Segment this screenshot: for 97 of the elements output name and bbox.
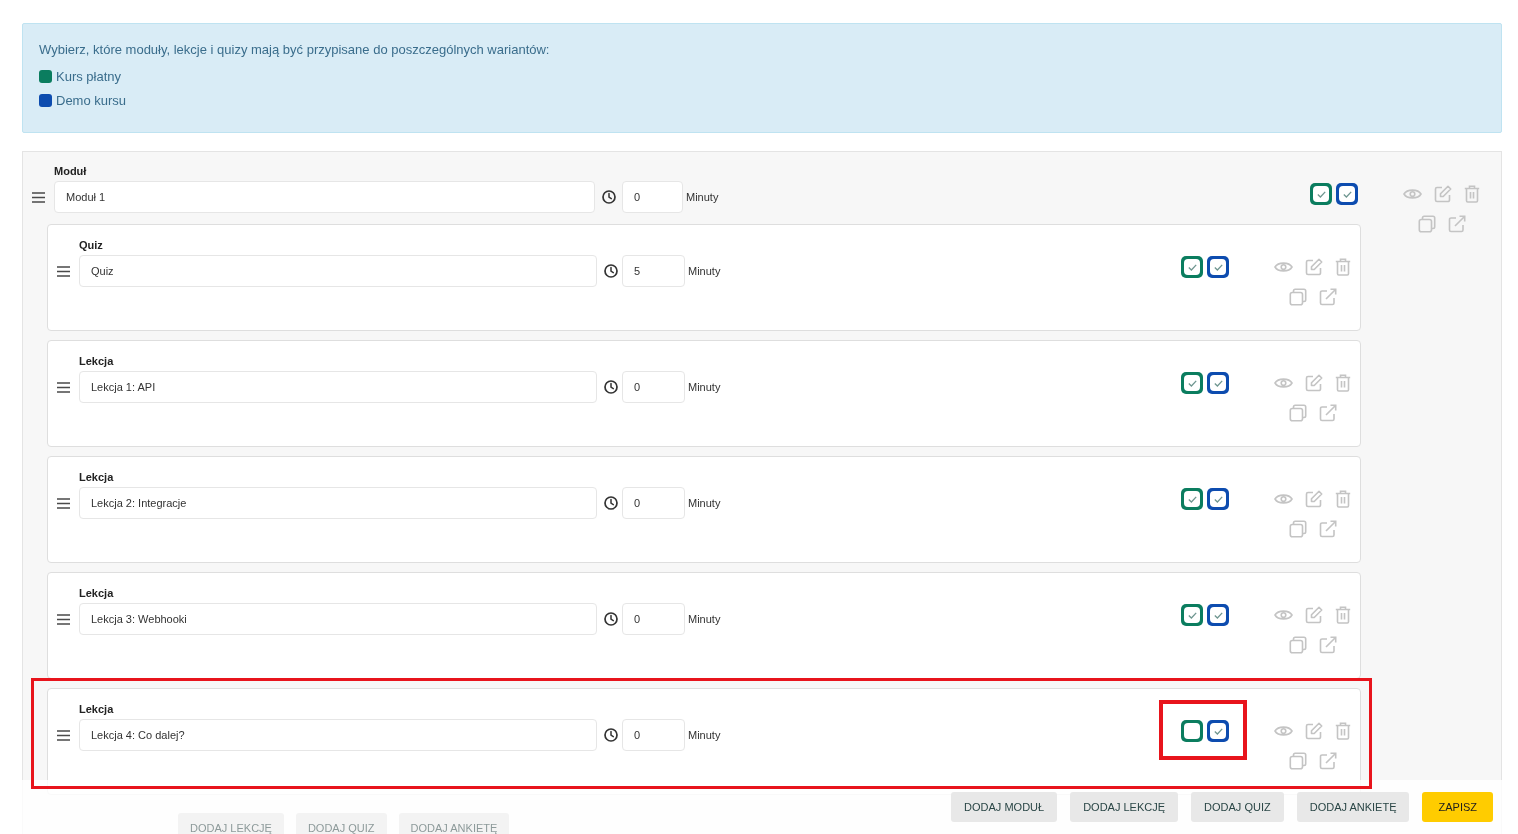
edit-icon[interactable] xyxy=(1305,722,1323,740)
edit-icon[interactable] xyxy=(1434,185,1452,203)
minutes-field[interactable]: 0 xyxy=(622,603,685,635)
trash-icon[interactable] xyxy=(1335,722,1351,740)
checkmark-icon xyxy=(1213,263,1223,271)
minutes-field[interactable]: 0 xyxy=(622,181,683,213)
field-label: Lekcja xyxy=(79,586,114,600)
drag-handle-icon[interactable] xyxy=(57,265,70,277)
copy-icon[interactable] xyxy=(1288,636,1307,654)
info-text: Wybierz, które moduły, lekcje i quizy mają być przypisane do poszczególnych wariantów: xyxy=(39,41,550,59)
title-field[interactable]: Lekcja 2: Integracje xyxy=(79,487,597,519)
checkbox[interactable] xyxy=(1181,720,1203,742)
unit-label: Minuty xyxy=(688,381,721,393)
footer-button[interactable]: ZAPISZ xyxy=(1422,792,1493,822)
checkmark-icon xyxy=(1187,263,1197,271)
title-field[interactable]: Quiz xyxy=(79,255,597,287)
eye-icon[interactable] xyxy=(1274,609,1293,621)
field-label: Quiz xyxy=(79,238,103,252)
checkbox[interactable] xyxy=(1207,256,1229,278)
copy-icon[interactable] xyxy=(1288,404,1307,422)
clock-icon xyxy=(604,612,618,626)
clock-icon xyxy=(604,380,618,394)
drag-handle-icon[interactable] xyxy=(57,381,70,393)
checkbox[interactable] xyxy=(1310,183,1332,205)
edit-icon[interactable] xyxy=(1305,490,1323,508)
footer-button[interactable]: DODAJ ANKIETĘ xyxy=(1296,792,1410,822)
clock-icon xyxy=(604,728,618,742)
title-field[interactable]: Lekcja 3: Webhooki xyxy=(79,603,597,635)
external-link-icon[interactable] xyxy=(1447,215,1466,233)
checkmark-icon xyxy=(1316,190,1326,198)
eye-icon[interactable] xyxy=(1274,261,1293,273)
minutes-field[interactable]: 5 xyxy=(622,255,685,287)
checkmark-icon xyxy=(1213,611,1223,619)
title-field[interactable]: Lekcja 1: API xyxy=(79,371,597,403)
field-label: Lekcja xyxy=(79,470,114,484)
trash-icon[interactable] xyxy=(1464,185,1480,203)
checkmark-icon xyxy=(1187,495,1197,503)
clock-icon xyxy=(602,190,616,204)
checkmark-icon xyxy=(1187,379,1197,387)
edit-icon[interactable] xyxy=(1305,606,1323,624)
trash-icon[interactable] xyxy=(1335,374,1351,392)
eye-icon[interactable] xyxy=(1274,377,1293,389)
checkbox[interactable] xyxy=(1207,720,1229,742)
footer-button[interactable]: DODAJ MODUŁ xyxy=(951,792,1058,822)
unit-label: Minuty xyxy=(688,613,721,625)
external-link-icon[interactable] xyxy=(1318,520,1337,538)
unit-label: Minuty xyxy=(688,497,721,509)
copy-icon[interactable] xyxy=(1288,288,1307,306)
checkmark-icon xyxy=(1213,727,1223,735)
checkbox[interactable] xyxy=(1181,372,1203,394)
minutes-field[interactable]: 0 xyxy=(622,719,685,751)
copy-icon[interactable] xyxy=(1417,215,1436,233)
copy-icon[interactable] xyxy=(1288,520,1307,538)
field-label: Moduł xyxy=(54,164,87,178)
drag-handle-icon[interactable] xyxy=(57,613,70,625)
clock-icon xyxy=(604,496,618,510)
trash-icon[interactable] xyxy=(1335,490,1351,508)
trash-icon[interactable] xyxy=(1335,606,1351,624)
footer-button[interactable]: DODAJ LEKCJĘ xyxy=(1070,792,1179,822)
drag-handle-icon[interactable] xyxy=(57,497,70,509)
minutes-field[interactable]: 0 xyxy=(622,371,685,403)
checkbox[interactable] xyxy=(1207,372,1229,394)
legend-label: Demo kursu xyxy=(56,92,127,108)
checkbox[interactable] xyxy=(1207,604,1229,626)
title-field[interactable]: Lekcja 4: Co dalej? xyxy=(79,719,597,751)
checkbox[interactable] xyxy=(1181,604,1203,626)
external-link-icon[interactable] xyxy=(1318,752,1337,770)
unit-label: Minuty xyxy=(688,265,721,277)
eye-icon[interactable] xyxy=(1274,725,1293,737)
unit-label: Minuty xyxy=(686,191,719,203)
field-label: Lekcja xyxy=(79,702,114,716)
edit-icon[interactable] xyxy=(1305,258,1323,276)
external-link-icon[interactable] xyxy=(1318,404,1337,422)
trash-icon[interactable] xyxy=(1335,258,1351,276)
copy-icon[interactable] xyxy=(1288,752,1307,770)
eye-icon[interactable] xyxy=(1274,493,1293,505)
edit-icon[interactable] xyxy=(1305,374,1323,392)
checkbox[interactable] xyxy=(1336,183,1358,205)
legend-label: Kurs płatny xyxy=(56,68,122,84)
drag-handle-icon[interactable] xyxy=(32,191,45,203)
checkmark-icon xyxy=(1213,495,1223,503)
title-field[interactable]: Moduł 1 xyxy=(54,181,595,213)
checkmark-icon xyxy=(1213,379,1223,387)
drag-handle-icon[interactable] xyxy=(57,729,70,741)
checkbox[interactable] xyxy=(1181,488,1203,510)
eye-icon[interactable] xyxy=(1403,188,1422,200)
checkmark-icon xyxy=(1342,190,1352,198)
checkmark-icon xyxy=(1187,611,1197,619)
field-label: Lekcja xyxy=(79,354,114,368)
external-link-icon[interactable] xyxy=(1318,636,1337,654)
clock-icon xyxy=(604,264,618,278)
checkbox[interactable] xyxy=(1181,256,1203,278)
external-link-icon[interactable] xyxy=(1318,288,1337,306)
checkbox[interactable] xyxy=(1207,488,1229,510)
unit-label: Minuty xyxy=(688,729,721,741)
footer-button[interactable]: DODAJ QUIZ xyxy=(1191,792,1284,822)
minutes-field[interactable]: 0 xyxy=(622,487,685,519)
